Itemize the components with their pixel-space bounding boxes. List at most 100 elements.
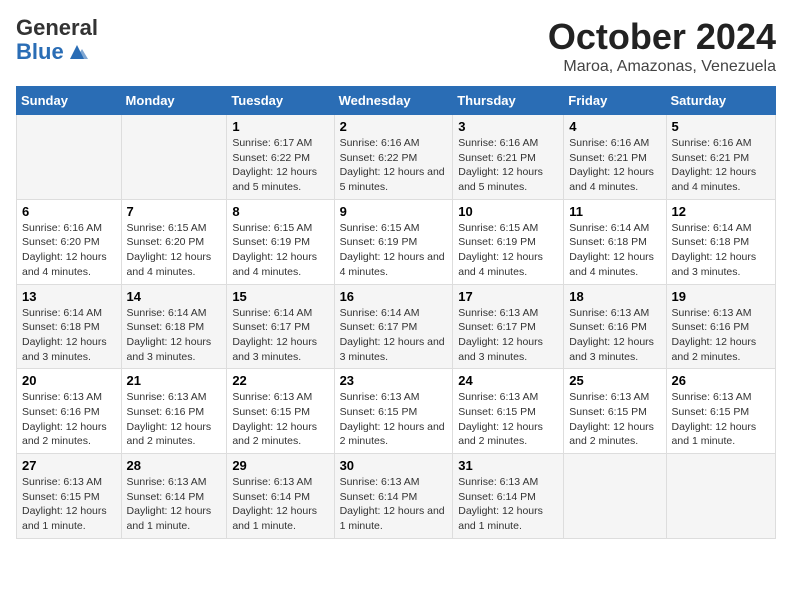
day-detail: Sunrise: 6:16 AM Sunset: 6:21 PM Dayligh… bbox=[458, 136, 558, 195]
day-number: 19 bbox=[672, 289, 770, 304]
day-number: 1 bbox=[232, 119, 328, 134]
calendar-cell: 25 Sunrise: 6:13 AM Sunset: 6:15 PM Dayli… bbox=[564, 369, 666, 454]
day-detail: Sunrise: 6:16 AM Sunset: 6:21 PM Dayligh… bbox=[672, 136, 770, 195]
day-number: 21 bbox=[127, 373, 222, 388]
calendar-cell: 6 Sunrise: 6:16 AM Sunset: 6:20 PM Daylig… bbox=[17, 199, 122, 284]
day-detail: Sunrise: 6:17 AM Sunset: 6:22 PM Dayligh… bbox=[232, 136, 328, 195]
day-header-sunday: Sunday bbox=[17, 87, 122, 115]
month-title: October 2024 bbox=[548, 16, 776, 58]
calendar-cell: 21 Sunrise: 6:13 AM Sunset: 6:16 PM Dayli… bbox=[121, 369, 227, 454]
day-number: 18 bbox=[569, 289, 660, 304]
calendar-week-row: 20 Sunrise: 6:13 AM Sunset: 6:16 PM Dayli… bbox=[17, 369, 776, 454]
day-header-thursday: Thursday bbox=[453, 87, 564, 115]
day-number: 28 bbox=[127, 458, 222, 473]
day-detail: Sunrise: 6:14 AM Sunset: 6:17 PM Dayligh… bbox=[340, 306, 448, 365]
day-detail: Sunrise: 6:15 AM Sunset: 6:19 PM Dayligh… bbox=[232, 221, 328, 280]
day-number: 7 bbox=[127, 204, 222, 219]
day-detail: Sunrise: 6:13 AM Sunset: 6:15 PM Dayligh… bbox=[232, 390, 328, 449]
day-number: 2 bbox=[340, 119, 448, 134]
logo-icon bbox=[66, 43, 88, 61]
calendar-cell: 31 Sunrise: 6:13 AM Sunset: 6:14 PM Dayli… bbox=[453, 454, 564, 539]
day-detail: Sunrise: 6:13 AM Sunset: 6:16 PM Dayligh… bbox=[127, 390, 222, 449]
day-number: 17 bbox=[458, 289, 558, 304]
day-number: 16 bbox=[340, 289, 448, 304]
day-number: 6 bbox=[22, 204, 116, 219]
day-detail: Sunrise: 6:13 AM Sunset: 6:15 PM Dayligh… bbox=[22, 475, 116, 534]
calendar-cell bbox=[666, 454, 775, 539]
calendar-week-row: 6 Sunrise: 6:16 AM Sunset: 6:20 PM Daylig… bbox=[17, 199, 776, 284]
calendar-cell bbox=[564, 454, 666, 539]
day-number: 26 bbox=[672, 373, 770, 388]
day-number: 4 bbox=[569, 119, 660, 134]
day-detail: Sunrise: 6:16 AM Sunset: 6:21 PM Dayligh… bbox=[569, 136, 660, 195]
calendar-cell: 19 Sunrise: 6:13 AM Sunset: 6:16 PM Dayli… bbox=[666, 284, 775, 369]
day-number: 20 bbox=[22, 373, 116, 388]
page-header: General Blue October 2024 Maroa, Amazona… bbox=[16, 16, 776, 76]
day-number: 29 bbox=[232, 458, 328, 473]
calendar-cell: 13Sunrise: 6:14 AM Sunset: 6:18 PM Dayli… bbox=[17, 284, 122, 369]
day-number: 23 bbox=[340, 373, 448, 388]
logo-blue: Blue bbox=[16, 40, 98, 64]
day-number: 10 bbox=[458, 204, 558, 219]
calendar-cell: 27Sunrise: 6:13 AM Sunset: 6:15 PM Dayli… bbox=[17, 454, 122, 539]
day-number: 31 bbox=[458, 458, 558, 473]
calendar-week-row: 13 Sunrise: 6:14 AM Sunset: 6:18 PM Dayli… bbox=[17, 284, 776, 369]
day-number: 24 bbox=[458, 373, 558, 388]
day-detail: Sunrise: 6:13 AM Sunset: 6:14 PM Dayligh… bbox=[340, 475, 448, 534]
calendar-cell: 20Sunrise: 6:13 AM Sunset: 6:16 PM Dayli… bbox=[17, 369, 122, 454]
calendar-cell: 18 Sunrise: 6:13 AM Sunset: 6:16 PM Dayli… bbox=[564, 284, 666, 369]
calendar-header-row: SundayMondayTuesdayWednesdayThursdayFrid… bbox=[17, 87, 776, 115]
calendar-week-row: 1 Sunrise: 6:17 AM Sunset: 6:22 PM Daylig… bbox=[17, 115, 776, 200]
calendar-cell: 12 Sunrise: 6:14 AM Sunset: 6:18 PM Dayli… bbox=[666, 199, 775, 284]
day-detail: Sunrise: 6:13 AM Sunset: 6:14 PM Dayligh… bbox=[458, 475, 558, 534]
day-number: 15 bbox=[232, 289, 328, 304]
day-header-monday: Monday bbox=[121, 87, 227, 115]
day-detail: Sunrise: 6:14 AM Sunset: 6:18 PM Dayligh… bbox=[672, 221, 770, 280]
day-number: 12 bbox=[672, 204, 770, 219]
calendar-cell: 8 Sunrise: 6:15 AM Sunset: 6:19 PM Daylig… bbox=[227, 199, 334, 284]
day-number: 3 bbox=[458, 119, 558, 134]
day-detail: Sunrise: 6:13 AM Sunset: 6:14 PM Dayligh… bbox=[232, 475, 328, 534]
calendar-cell: 16 Sunrise: 6:14 AM Sunset: 6:17 PM Dayli… bbox=[334, 284, 453, 369]
day-header-friday: Friday bbox=[564, 87, 666, 115]
calendar-cell: 4 Sunrise: 6:16 AM Sunset: 6:21 PM Daylig… bbox=[564, 115, 666, 200]
day-number: 13 bbox=[22, 289, 116, 304]
calendar-cell: 9Sunrise: 6:15 AM Sunset: 6:19 PM Daylig… bbox=[334, 199, 453, 284]
day-number: 22 bbox=[232, 373, 328, 388]
day-header-saturday: Saturday bbox=[666, 87, 775, 115]
calendar-cell: 3 Sunrise: 6:16 AM Sunset: 6:21 PM Daylig… bbox=[453, 115, 564, 200]
day-number: 25 bbox=[569, 373, 660, 388]
calendar-cell: 10 Sunrise: 6:15 AM Sunset: 6:19 PM Dayli… bbox=[453, 199, 564, 284]
day-detail: Sunrise: 6:13 AM Sunset: 6:17 PM Dayligh… bbox=[458, 306, 558, 365]
day-detail: Sunrise: 6:13 AM Sunset: 6:16 PM Dayligh… bbox=[672, 306, 770, 365]
calendar-cell: 15 Sunrise: 6:14 AM Sunset: 6:17 PM Dayli… bbox=[227, 284, 334, 369]
day-number: 8 bbox=[232, 204, 328, 219]
calendar-cell: 14 Sunrise: 6:14 AM Sunset: 6:18 PM Dayli… bbox=[121, 284, 227, 369]
day-detail: Sunrise: 6:13 AM Sunset: 6:15 PM Dayligh… bbox=[458, 390, 558, 449]
day-detail: Sunrise: 6:13 AM Sunset: 6:16 PM Dayligh… bbox=[569, 306, 660, 365]
day-detail: Sunrise: 6:15 AM Sunset: 6:20 PM Dayligh… bbox=[127, 221, 222, 280]
calendar-cell: 23 Sunrise: 6:13 AM Sunset: 6:15 PM Dayli… bbox=[334, 369, 453, 454]
day-detail: Sunrise: 6:15 AM Sunset: 6:19 PM Dayligh… bbox=[458, 221, 558, 280]
calendar-cell: 22 Sunrise: 6:13 AM Sunset: 6:15 PM Dayli… bbox=[227, 369, 334, 454]
day-number: 11 bbox=[569, 204, 660, 219]
day-detail: Sunrise: 6:13 AM Sunset: 6:15 PM Dayligh… bbox=[569, 390, 660, 449]
day-detail: Sunrise: 6:16 AM Sunset: 6:20 PM Dayligh… bbox=[22, 221, 116, 280]
day-header-wednesday: Wednesday bbox=[334, 87, 453, 115]
day-detail: Sunrise: 6:14 AM Sunset: 6:18 PM Dayligh… bbox=[127, 306, 222, 365]
day-number: 30 bbox=[340, 458, 448, 473]
day-detail: Sunrise: 6:13 AM Sunset: 6:15 PM Dayligh… bbox=[672, 390, 770, 449]
calendar-cell: 2 Sunrise: 6:16 AM Sunset: 6:22 PM Daylig… bbox=[334, 115, 453, 200]
day-number: 14 bbox=[127, 289, 222, 304]
calendar-cell: 5 Sunrise: 6:16 AM Sunset: 6:21 PM Daylig… bbox=[666, 115, 775, 200]
day-header-tuesday: Tuesday bbox=[227, 87, 334, 115]
calendar-table: SundayMondayTuesdayWednesdayThursdayFrid… bbox=[16, 86, 776, 539]
calendar-cell: 28Sunrise: 6:13 AM Sunset: 6:14 PM Dayli… bbox=[121, 454, 227, 539]
day-detail: Sunrise: 6:16 AM Sunset: 6:22 PM Dayligh… bbox=[340, 136, 448, 195]
calendar-cell: 24 Sunrise: 6:13 AM Sunset: 6:15 PM Dayli… bbox=[453, 369, 564, 454]
calendar-cell bbox=[121, 115, 227, 200]
day-detail: Sunrise: 6:13 AM Sunset: 6:15 PM Dayligh… bbox=[340, 390, 448, 449]
calendar-week-row: 27Sunrise: 6:13 AM Sunset: 6:15 PM Dayli… bbox=[17, 454, 776, 539]
day-number: 5 bbox=[672, 119, 770, 134]
day-detail: Sunrise: 6:14 AM Sunset: 6:17 PM Dayligh… bbox=[232, 306, 328, 365]
